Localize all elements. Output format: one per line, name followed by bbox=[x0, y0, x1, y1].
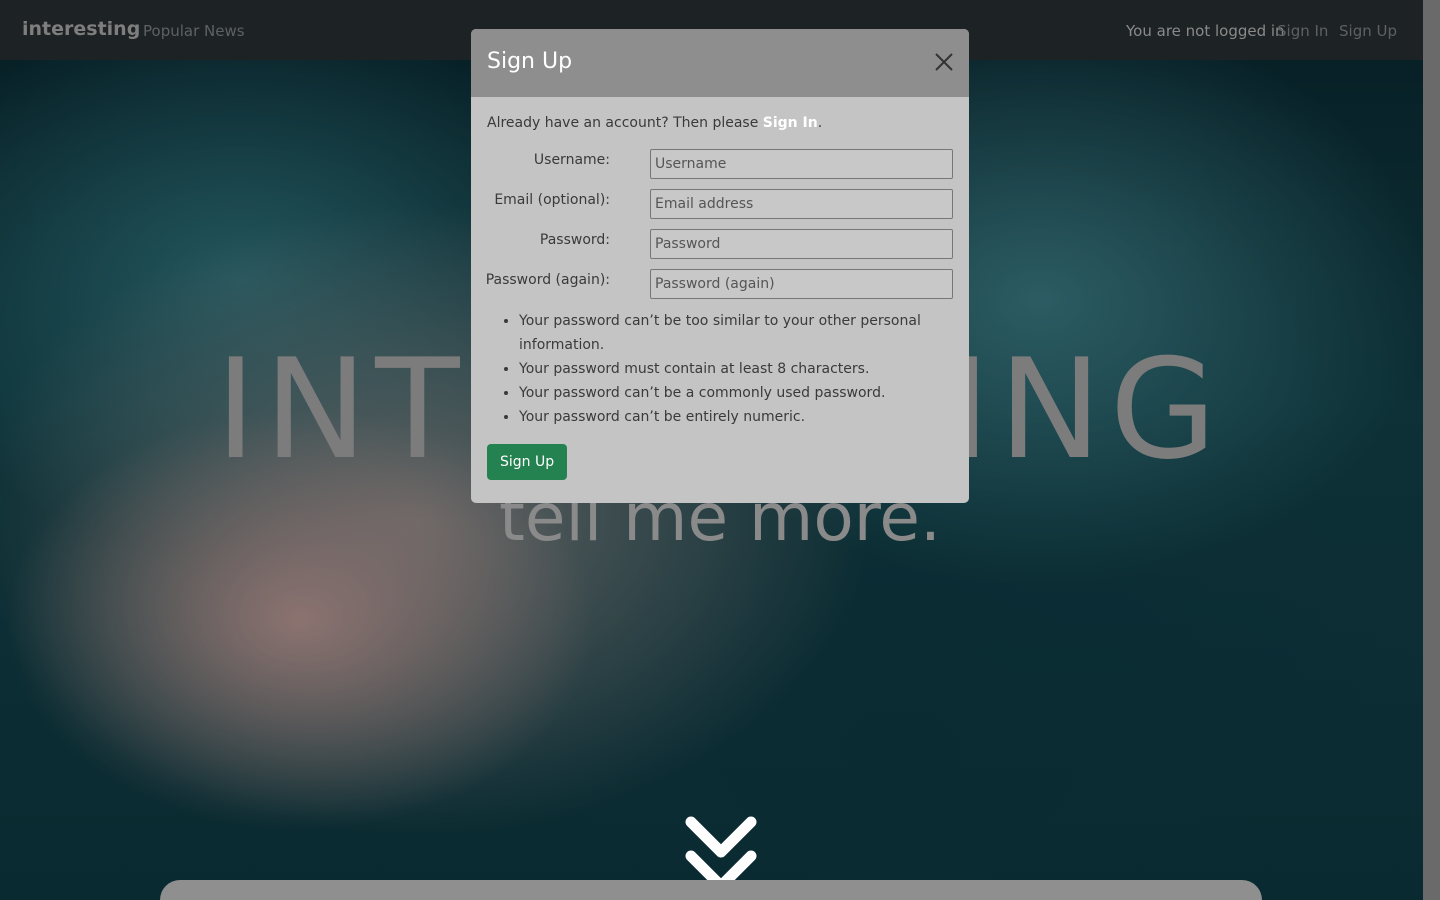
content-card-top bbox=[160, 880, 1262, 900]
password-again-label: Password (again): bbox=[485, 272, 610, 288]
email-input[interactable] bbox=[650, 189, 953, 219]
brand-logo[interactable]: interesting bbox=[22, 18, 140, 40]
password-again-row: Password (again): bbox=[485, 269, 953, 299]
email-row: Email (optional): bbox=[487, 189, 953, 219]
login-status: You are not logged in bbox=[1126, 22, 1285, 40]
signin-prompt-period: . bbox=[817, 115, 823, 131]
scrollbar[interactable] bbox=[1423, 0, 1440, 900]
password-input[interactable] bbox=[650, 229, 953, 259]
close-icon[interactable] bbox=[931, 49, 957, 75]
signin-prompt: Already have an account? Then please Sig… bbox=[487, 115, 953, 131]
password-label: Password: bbox=[539, 232, 610, 248]
username-label: Username: bbox=[533, 152, 610, 168]
nav-sign-in[interactable]: Sign In bbox=[1277, 22, 1328, 40]
modal-body: Already have an account? Then please Sig… bbox=[471, 97, 969, 480]
nav-sign-up[interactable]: Sign Up bbox=[1339, 22, 1397, 40]
help-item: Your password can’t be a commonly used p… bbox=[519, 381, 939, 405]
nav-popular-news[interactable]: Popular News bbox=[143, 22, 245, 40]
help-item: Your password can’t be entirely numeric. bbox=[519, 405, 939, 429]
help-item: Your password can’t be too similar to yo… bbox=[519, 309, 939, 357]
password-again-input[interactable] bbox=[650, 269, 953, 299]
username-input[interactable] bbox=[650, 149, 953, 179]
signin-prompt-text: Already have an account? Then please bbox=[487, 115, 763, 131]
help-item: Your password must contain at least 8 ch… bbox=[519, 357, 939, 381]
password-help-list: Your password can’t be too similar to yo… bbox=[519, 309, 939, 429]
modal-header: Sign Up bbox=[471, 29, 969, 97]
signup-modal: Sign Up Already have an account? Then pl… bbox=[471, 29, 969, 503]
signup-submit-button[interactable]: Sign Up bbox=[487, 444, 568, 480]
password-row: Password: bbox=[487, 229, 953, 259]
username-row: Username: bbox=[487, 149, 953, 179]
signin-link[interactable]: Sign In bbox=[763, 115, 818, 131]
email-label: Email (optional): bbox=[494, 192, 610, 208]
modal-title: Sign Up bbox=[487, 49, 573, 74]
